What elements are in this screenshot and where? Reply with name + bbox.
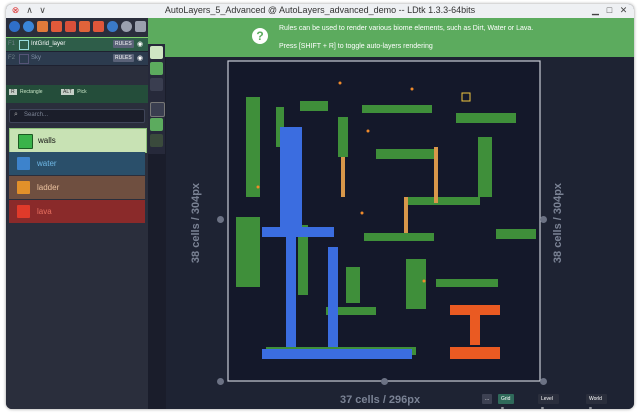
- rules-button[interactable]: RULES: [113, 40, 134, 48]
- pencil-tool-icon[interactable]: [150, 134, 163, 147]
- visibility-eye-icon[interactable]: ◉: [137, 40, 143, 48]
- intgrid-layer-icon: [19, 40, 29, 50]
- maximize-icon[interactable]: □: [604, 5, 615, 16]
- rectangle-label: Rectangle: [20, 89, 43, 95]
- layer-name: IntGrid_layer: [31, 41, 66, 47]
- enum-icon[interactable]: [79, 21, 90, 32]
- level-canvas[interactable]: 38 cells / 304px 38 cells / 304px 37 cel…: [166, 57, 634, 409]
- resize-handle-right[interactable]: [540, 216, 547, 223]
- world-icon[interactable]: [9, 21, 20, 32]
- close-icon[interactable]: ✕: [618, 5, 629, 16]
- shortcut-key: ALT: [61, 89, 74, 95]
- lava-flame-icon: [17, 205, 30, 218]
- banner-line-2: Press [SHIFT + R] to toggle auto-layers …: [279, 43, 433, 50]
- value-label: lava: [37, 207, 52, 216]
- intgrid-value-lava[interactable]: lava: [9, 200, 145, 223]
- settings-icon[interactable]: [23, 21, 34, 32]
- title-bar: ⊗ ∧ ∨ AutoLayers_5_Advanced @ AutoLayers…: [6, 4, 634, 19]
- help-question-icon: ?: [252, 28, 268, 44]
- intgrid-value-walls[interactable]: walls: [9, 128, 147, 153]
- shortcut-key: R: [9, 89, 17, 95]
- layers-icon[interactable]: [51, 21, 62, 32]
- layer-sky[interactable]: F2 Sky RULES ◉: [6, 52, 148, 66]
- grid-toggle-icon[interactable]: [150, 46, 163, 59]
- resize-handle-bottom[interactable]: [381, 378, 388, 385]
- banner-line-1: Rules can be used to render various biom…: [279, 25, 534, 32]
- tool-options: R Rectangle ALT Pick: [6, 85, 148, 103]
- rules-button[interactable]: RULES: [113, 54, 134, 62]
- focus-icon[interactable]: [150, 102, 165, 117]
- intgrid-value-water[interactable]: water: [9, 152, 145, 175]
- layer-index: F1: [8, 41, 16, 47]
- water-drop-icon: [17, 157, 30, 170]
- exit-icon[interactable]: [135, 21, 146, 32]
- value-label: ladder: [37, 183, 60, 192]
- layer-index: F2: [8, 55, 16, 61]
- help-banner: ? Rules can be used to render various bi…: [148, 18, 634, 57]
- level-width-label: 37 cells / 296px: [340, 394, 421, 406]
- world-coords: World = 231,39: [586, 394, 608, 409]
- app-window: ⊗ ∧ ∨ AutoLayers_5_Advanced @ AutoLayers…: [6, 4, 634, 409]
- folder-icon[interactable]: [37, 21, 48, 32]
- resize-handle-bottom-right[interactable]: [540, 378, 547, 385]
- tools-icon[interactable]: [93, 21, 104, 32]
- layer-name: Sky: [31, 55, 42, 61]
- resize-handle-left[interactable]: [217, 216, 224, 223]
- editor-tool-strip: [148, 44, 165, 154]
- grid-coords: Grid = 26,4: [498, 394, 514, 409]
- level-coords: Level = 231,39: [538, 394, 560, 409]
- level-height-label: 38 cells / 304px: [190, 182, 202, 264]
- window-title: AutoLayers_5_Advanced @ AutoLayers_advan…: [164, 5, 476, 15]
- value-label: walls: [38, 136, 56, 145]
- resize-handle-bottom-left[interactable]: [217, 378, 224, 385]
- search-icon: ⌕: [14, 111, 18, 118]
- minimize-icon[interactable]: ▁: [590, 5, 601, 16]
- layers-list: F1 IntGrid_layer RULES ◉ F2 Sky RULES ◉: [6, 37, 149, 66]
- level-height-label-right: 38 cells / 304px: [552, 182, 564, 264]
- walls-swatch-icon: [18, 134, 33, 149]
- pick-label: Pick: [77, 89, 87, 95]
- search-placeholder: Search...: [24, 112, 49, 118]
- entity-icon[interactable]: [65, 21, 76, 32]
- help-icon[interactable]: [107, 21, 118, 32]
- search-input[interactable]: ⌕ Search...: [9, 109, 145, 123]
- ladder-icon: [17, 181, 30, 194]
- intgrid-value-ladder[interactable]: ladder: [9, 176, 145, 199]
- pick-option[interactable]: ALT Pick: [61, 89, 87, 95]
- rectangle-option[interactable]: R Rectangle: [9, 89, 43, 95]
- sidebar: F1 IntGrid_layer RULES ◉ F2 Sky RULES ◉ …: [6, 18, 149, 409]
- autolayer-icon: [19, 54, 29, 64]
- layer-intgrid[interactable]: F1 IntGrid_layer RULES ◉: [6, 37, 149, 53]
- value-label: water: [37, 159, 57, 168]
- gear-icon[interactable]: [121, 21, 132, 32]
- eye-toggle-icon[interactable]: [150, 62, 163, 75]
- paint-tool-icon[interactable]: [150, 118, 163, 131]
- visibility-eye-icon[interactable]: ◉: [137, 54, 143, 62]
- main-toolbar: [6, 18, 148, 37]
- status-more[interactable]: ...: [482, 394, 493, 404]
- single-layer-icon[interactable]: [150, 78, 163, 91]
